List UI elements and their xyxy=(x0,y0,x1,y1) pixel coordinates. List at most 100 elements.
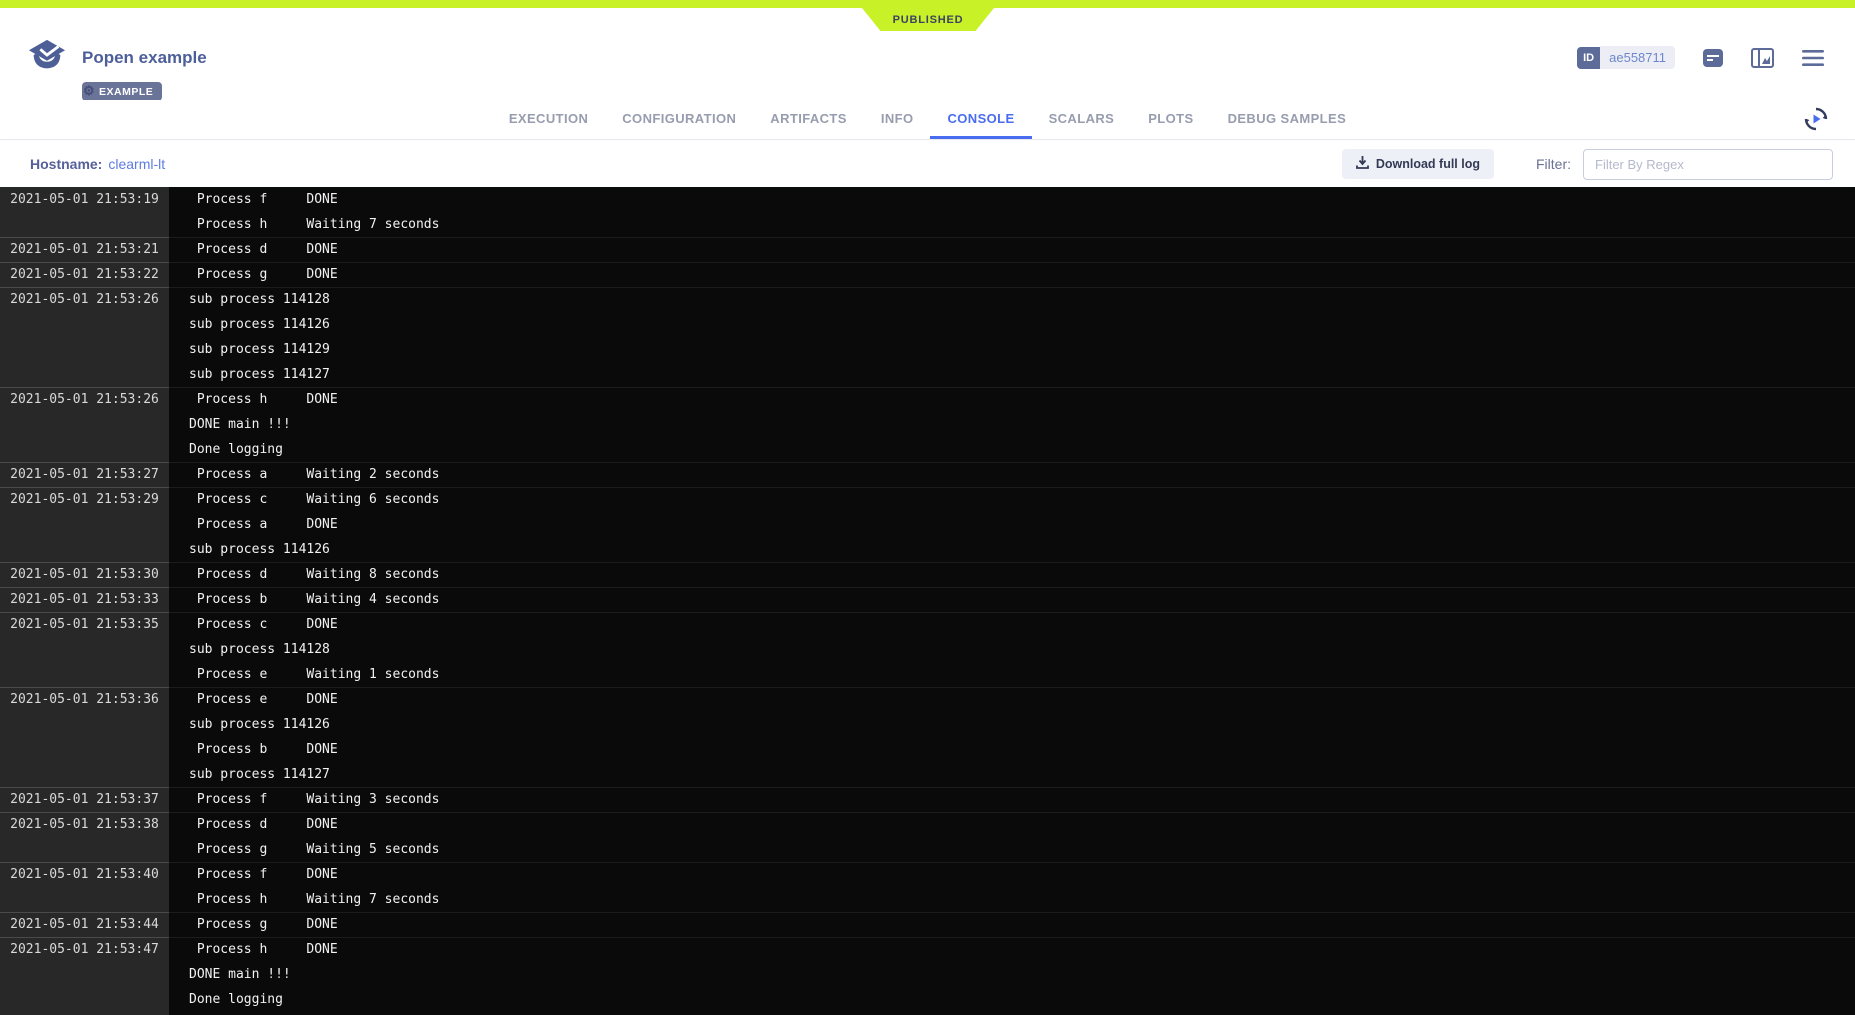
log-line: Process e Waiting 1 seconds xyxy=(189,662,1855,687)
download-full-log-button[interactable]: Download full log xyxy=(1342,149,1494,179)
status-ribbon: PUBLISHED xyxy=(862,8,994,31)
log-line: Process d DONE xyxy=(189,812,1855,837)
log-messages: Process h DONEDONE main !!!Done logging xyxy=(169,387,1855,462)
log-messages: Process g DONE xyxy=(169,262,1855,287)
id-badge: ID xyxy=(1577,47,1600,69)
log-messages: Process e DONEsub process 114126 Process… xyxy=(169,687,1855,787)
log-entry: 2021-05-01 21:53:47 Process h DONEDONE m… xyxy=(0,937,1855,1012)
log-messages: Process g DONE xyxy=(169,912,1855,937)
log-line: Process g DONE xyxy=(189,912,1855,937)
log-entry: 2021-05-01 21:53:40 Process f DONE Proce… xyxy=(0,862,1855,912)
clearml-logo-icon xyxy=(28,38,66,79)
log-line: Process a Waiting 2 seconds xyxy=(189,462,1855,487)
console-log[interactable]: 2021-05-01 21:53:19 Process f DONE Proce… xyxy=(0,187,1855,1015)
log-line: sub process 114126 xyxy=(189,537,1855,562)
log-timestamp: 2021-05-01 21:53:21 xyxy=(0,237,169,262)
comments-icon[interactable] xyxy=(1702,48,1724,68)
log-timestamp: 2021-05-01 21:53:27 xyxy=(0,462,169,487)
log-entry: 2021-05-01 21:53:36 Process e DONEsub pr… xyxy=(0,687,1855,787)
log-timestamp: 2021-05-01 21:53:26 xyxy=(0,287,169,387)
status-ribbon-label: PUBLISHED xyxy=(893,14,964,26)
log-messages: Process f DONE Process h Waiting 7 secon… xyxy=(169,187,1855,237)
auto-refresh-icon[interactable] xyxy=(1803,106,1829,132)
menu-icon[interactable] xyxy=(1801,49,1825,67)
log-timestamp: 2021-05-01 21:53:36 xyxy=(0,687,169,787)
console-toolbar: Hostname: clearml-lt Download full log F… xyxy=(0,141,1855,187)
log-entry: 2021-05-01 21:53:37 Process f Waiting 3 … xyxy=(0,787,1855,812)
log-messages: Process d DONE Process g Waiting 5 secon… xyxy=(169,812,1855,862)
log-messages: Process b Waiting 4 seconds xyxy=(169,587,1855,612)
log-line: Process d DONE xyxy=(189,237,1855,262)
tab-configuration[interactable]: CONFIGURATION xyxy=(605,111,753,139)
log-line: Process f Waiting 3 seconds xyxy=(189,787,1855,812)
log-line: Process f DONE xyxy=(189,862,1855,887)
log-timestamp: 2021-05-01 21:53:35 xyxy=(0,612,169,687)
tabs-container: EXECUTIONCONFIGURATIONARTIFACTSINFOCONSO… xyxy=(0,100,1855,139)
log-timestamp: 2021-05-01 21:53:40 xyxy=(0,862,169,912)
log-line: Done logging xyxy=(189,437,1855,462)
log-messages: Process c DONEsub process 114128 Process… xyxy=(169,612,1855,687)
log-line: sub process 114126 xyxy=(189,712,1855,737)
log-timestamp: 2021-05-01 21:53:30 xyxy=(0,562,169,587)
log-line: DONE main !!! xyxy=(189,412,1855,437)
log-messages: Process c Waiting 6 seconds Process a DO… xyxy=(169,487,1855,562)
tab-execution[interactable]: EXECUTION xyxy=(492,111,605,139)
log-line: sub process 114128 xyxy=(189,287,1855,312)
log-line: sub process 114126 xyxy=(189,312,1855,337)
hostname-label: Hostname: xyxy=(30,156,102,172)
details-panel-icon[interactable] xyxy=(1751,48,1774,68)
log-messages: sub process 114128sub process 114126sub … xyxy=(169,287,1855,387)
log-timestamp: 2021-05-01 21:53:33 xyxy=(0,587,169,612)
log-entry: 2021-05-01 21:53:26 Process h DONEDONE m… xyxy=(0,387,1855,462)
log-entry: 2021-05-01 21:53:21 Process d DONE xyxy=(0,237,1855,262)
console-toolbar-actions: Download full log Filter: xyxy=(1342,149,1833,180)
log-entry: 2021-05-01 21:53:30 Process d Waiting 8 … xyxy=(0,562,1855,587)
log-entry: 2021-05-01 21:53:33 Process b Waiting 4 … xyxy=(0,587,1855,612)
log-line: Process b Waiting 4 seconds xyxy=(189,587,1855,612)
log-entry: 2021-05-01 21:53:22 Process g DONE xyxy=(0,262,1855,287)
log-timestamp: 2021-05-01 21:53:37 xyxy=(0,787,169,812)
log-line: Process d Waiting 8 seconds xyxy=(189,562,1855,587)
log-entry: 2021-05-01 21:53:26 sub process 114128su… xyxy=(0,287,1855,387)
gear-icon: ⚙ xyxy=(83,83,95,99)
tab-info[interactable]: INFO xyxy=(864,111,931,139)
log-line: Process a DONE xyxy=(189,512,1855,537)
filter-regex-input[interactable] xyxy=(1583,149,1833,180)
download-full-log-label: Download full log xyxy=(1376,157,1480,171)
download-icon xyxy=(1356,156,1369,172)
log-line: Process h DONE xyxy=(189,937,1855,962)
filter-label: Filter: xyxy=(1536,156,1571,172)
log-messages: Process f DONE Process h Waiting 7 secon… xyxy=(169,862,1855,912)
log-line: Process h Waiting 7 seconds xyxy=(189,887,1855,912)
log-messages: Process f Waiting 3 seconds xyxy=(169,787,1855,812)
task-id-value: ae558711 xyxy=(1600,46,1675,69)
tab-plots[interactable]: PLOTS xyxy=(1131,111,1210,139)
log-timestamp: 2021-05-01 21:53:47 xyxy=(0,937,169,1012)
log-messages: Process d DONE xyxy=(169,237,1855,262)
top-accent-bar xyxy=(0,0,1855,8)
page-title: Popen example xyxy=(82,48,207,68)
log-timestamp: 2021-05-01 21:53:44 xyxy=(0,912,169,937)
log-line: Process c DONE xyxy=(189,612,1855,637)
task-id-chip[interactable]: ID ae558711 xyxy=(1577,46,1675,69)
header-actions: ID ae558711 xyxy=(1577,46,1825,69)
log-timestamp: 2021-05-01 21:53:29 xyxy=(0,487,169,562)
tab-console[interactable]: CONSOLE xyxy=(930,111,1031,139)
log-line: Process g DONE xyxy=(189,262,1855,287)
tab-artifacts[interactable]: ARTIFACTS xyxy=(753,111,864,139)
log-entry: 2021-05-01 21:53:19 Process f DONE Proce… xyxy=(0,187,1855,237)
log-entry: 2021-05-01 21:53:44 Process g DONE xyxy=(0,912,1855,937)
log-timestamp: 2021-05-01 21:53:38 xyxy=(0,812,169,862)
log-messages: Process a Waiting 2 seconds xyxy=(169,462,1855,487)
log-line: Process h Waiting 7 seconds xyxy=(189,212,1855,237)
log-line: sub process 114127 xyxy=(189,762,1855,787)
tab-debug-samples[interactable]: DEBUG SAMPLES xyxy=(1211,111,1364,139)
example-tag-badge[interactable]: ⚙ EXAMPLE xyxy=(82,82,162,101)
log-line: sub process 114129 xyxy=(189,337,1855,362)
log-line: Done logging xyxy=(189,987,1855,1012)
log-line: sub process 114127 xyxy=(189,362,1855,387)
log-line: Process e DONE xyxy=(189,687,1855,712)
tab-scalars[interactable]: SCALARS xyxy=(1032,111,1132,139)
log-line: Process f DONE xyxy=(189,187,1855,212)
log-entry: 2021-05-01 21:53:29 Process c Waiting 6 … xyxy=(0,487,1855,562)
